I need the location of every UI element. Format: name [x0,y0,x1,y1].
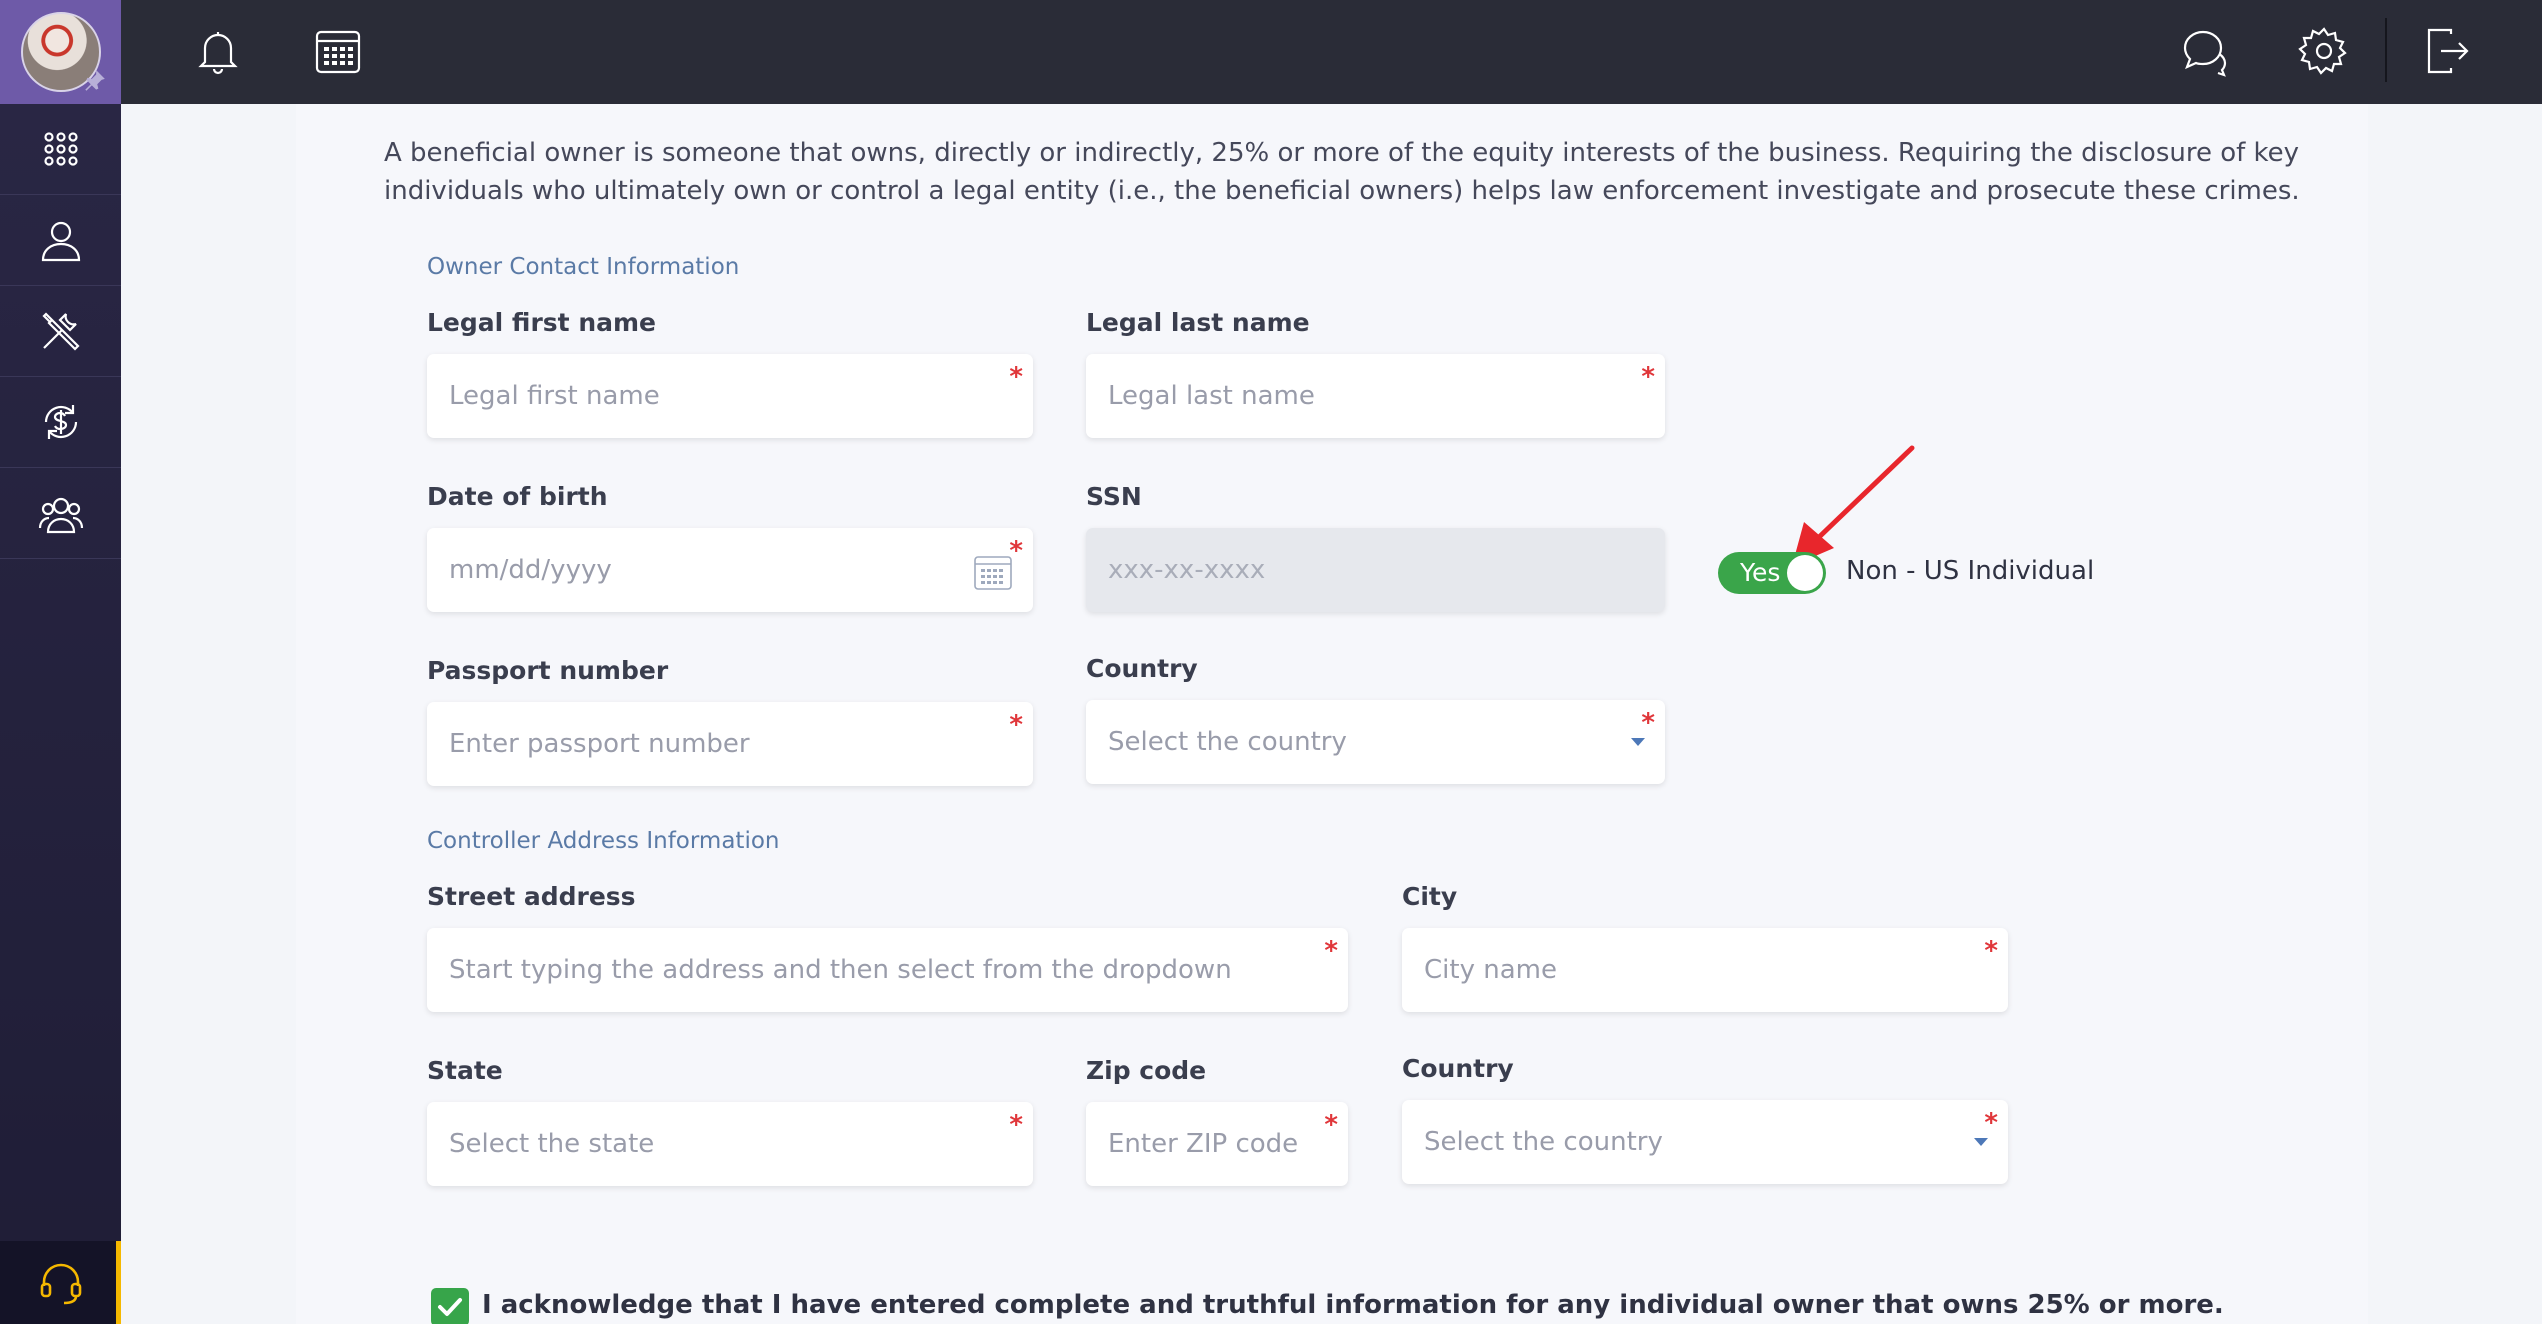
non-us-toggle[interactable]: Yes [1718,552,1826,594]
country-label: Country [1086,654,1198,683]
non-us-label: Non - US Individual [1846,556,2095,586]
sidebar-item-tools[interactable] [0,286,121,377]
gear-icon[interactable] [2297,24,2351,78]
city-placeholder: City name [1424,955,1557,985]
passport-label: Passport number [427,656,669,685]
chevron-down-icon [1974,1138,1988,1146]
required-marker: * [1641,362,1655,392]
calendar-icon[interactable] [973,552,1013,592]
users-icon [38,497,83,534]
city-field[interactable]: City name * [1402,928,2008,1012]
required-marker: * [1324,936,1338,966]
bell-icon[interactable] [191,24,245,78]
required-marker: * [1641,708,1655,738]
tools-icon [41,312,80,351]
address-country-select[interactable]: Select the country * [1402,1100,2008,1184]
passport-placeholder: Enter passport number [449,729,750,759]
intro-text: A beneficial owner is someone that owns,… [384,138,2300,206]
required-marker: * [1324,1110,1338,1140]
address-section-title: Controller Address Information [427,828,780,854]
toggle-text: Yes [1740,558,1781,587]
ssn-field: xxx-xx-xxxx [1086,528,1665,612]
country-placeholder: Select the country [1108,727,1347,757]
state-field[interactable]: Select the state * [427,1102,1033,1186]
required-marker: * [1009,710,1023,740]
address-country-label: Country [1402,1054,1514,1083]
state-placeholder: Select the state [449,1129,655,1159]
dob-placeholder: mm/dd/yyyy [449,555,612,585]
user-icon [41,221,80,262]
calendar-icon[interactable] [311,24,365,78]
chat-icon[interactable] [2177,24,2231,78]
apps-grid-icon [43,132,78,166]
beneficial-owner-form: A beneficial owner is someone that owns,… [296,104,2368,1324]
logout-icon[interactable] [2419,24,2473,78]
avatar-area [0,0,121,104]
headset-icon [40,1263,81,1304]
ssn-label: SSN [1086,482,1142,511]
street-placeholder: Start typing the address and then select… [449,955,1232,985]
state-label: State [427,1056,503,1085]
chevron-down-icon [1631,738,1645,746]
dob-label: Date of birth [427,482,608,511]
sidebar-item-payments[interactable] [0,377,121,468]
street-address-field[interactable]: Start typing the address and then select… [427,928,1348,1012]
acknowledge-checkbox[interactable] [431,1288,469,1324]
dollar-refresh-icon [44,405,77,439]
required-marker: * [1009,362,1023,392]
dob-field[interactable]: mm/dd/yyyy * [427,528,1033,612]
street-label: Street address [427,882,636,911]
toggle-knob [1787,555,1823,591]
sidebar [0,0,121,1324]
city-label: City [1402,882,1458,911]
last-name-label: Legal last name [1086,308,1310,337]
topbar [121,0,2542,104]
last-name-field[interactable]: Legal last name * [1086,354,1665,438]
owner-section-title: Owner Contact Information [427,254,740,280]
topbar-divider [2385,18,2387,82]
zip-placeholder: Enter ZIP code [1108,1129,1299,1159]
ssn-placeholder: xxx-xx-xxxx [1108,555,1266,585]
country-select[interactable]: Select the country * [1086,700,1665,784]
sidebar-item-profile[interactable] [0,195,121,286]
sidebar-item-apps[interactable] [0,104,121,195]
first-name-field[interactable]: Legal first name * [427,354,1033,438]
sidebar-item-team[interactable] [0,468,121,559]
required-marker: * [1984,936,1998,966]
required-marker: * [1984,1108,1998,1138]
zip-field[interactable]: Enter ZIP code * [1086,1102,1348,1186]
zip-label: Zip code [1086,1056,1207,1085]
last-name-placeholder: Legal last name [1108,381,1315,411]
address-country-placeholder: Select the country [1424,1127,1663,1157]
first-name-placeholder: Legal first name [449,381,660,411]
pin-icon[interactable] [81,68,107,94]
checkmark-icon [438,1298,462,1316]
required-marker: * [1009,1110,1023,1140]
passport-field[interactable]: Enter passport number * [427,702,1033,786]
first-name-label: Legal first name [427,308,656,337]
sidebar-item-support[interactable] [0,1241,121,1324]
acknowledge-text: I acknowledge that I have entered comple… [482,1290,2224,1320]
